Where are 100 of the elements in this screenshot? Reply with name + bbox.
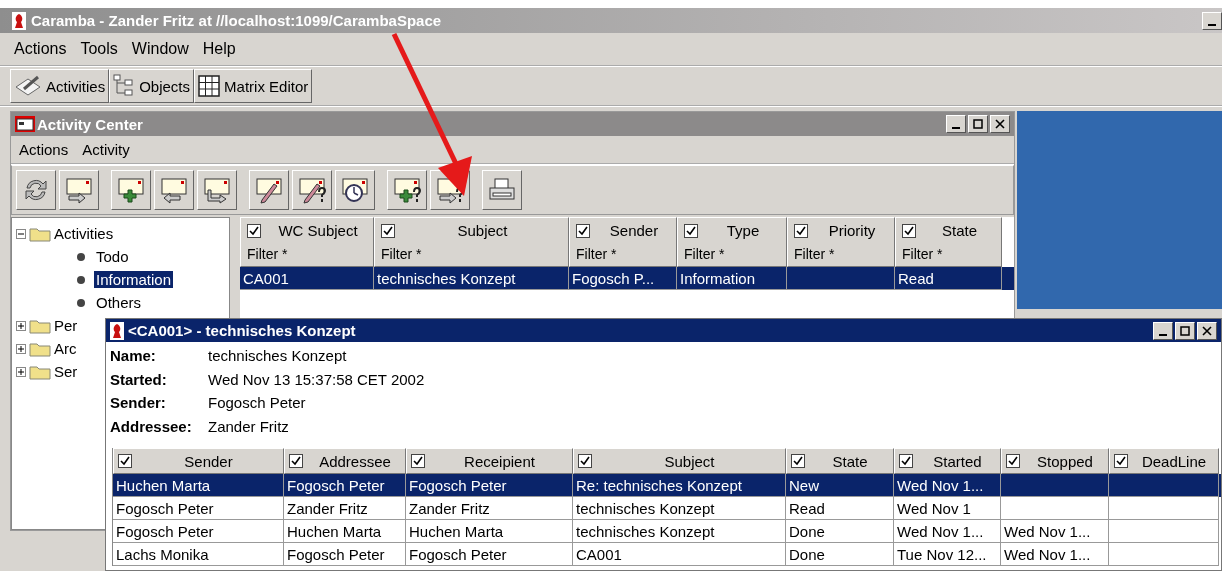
field-value: Fogosch Peter [208, 394, 306, 412]
tree-item[interactable]: Activities [54, 225, 114, 242]
table-cell: Fogosch Peter [287, 476, 385, 494]
checkbox[interactable] [576, 223, 590, 238]
collapse-icon[interactable] [16, 228, 26, 239]
checkbox[interactable] [791, 454, 805, 468]
checkbox[interactable] [289, 454, 303, 468]
checkbox[interactable] [578, 454, 592, 468]
checkbox[interactable] [381, 223, 395, 238]
minimize-button[interactable] [1153, 321, 1173, 340]
column-header[interactable]: Subject Filter * [374, 217, 569, 267]
folder-icon [29, 363, 51, 380]
checkbox[interactable] [247, 223, 261, 238]
toolbar-button[interactable] [16, 170, 56, 210]
maximize-button[interactable] [968, 115, 988, 133]
checkbox[interactable] [684, 223, 698, 238]
toolbar-button[interactable] [387, 170, 427, 210]
column-header[interactable]: Started [894, 448, 1001, 474]
checkbox[interactable] [1006, 454, 1020, 468]
column-header[interactable]: Priority Filter * [787, 217, 895, 267]
window-title: <CA001> - technisches Konzept [128, 322, 356, 339]
column-header[interactable]: Subject [573, 448, 786, 474]
checkbox[interactable] [794, 223, 808, 238]
menu-item[interactable]: Window [131, 40, 189, 58]
toolbar-button[interactable] [59, 170, 99, 210]
field-label: Name: [110, 347, 157, 365]
tree-item[interactable]: Arc [54, 340, 77, 357]
column-header[interactable]: Addressee [284, 448, 406, 474]
toolbar-button[interactable] [292, 170, 332, 210]
check-icon [904, 225, 914, 236]
table-cell: Zander Fritz [409, 499, 490, 517]
column-header[interactable]: DeadLine [1109, 448, 1219, 474]
table-cell: Wed Nov 1... [1004, 545, 1091, 563]
toolbar-button[interactable] [249, 170, 289, 210]
column-header[interactable]: Receipient [406, 448, 573, 474]
column-header[interactable]: Type Filter * [677, 217, 787, 267]
column-header[interactable]: Stopped [1001, 448, 1109, 474]
tree-item[interactable]: Per [54, 317, 78, 334]
table-row[interactable]: Huchen Marta Fogosch Peter Fogosch Peter Re: technisches Konzept New Wed Nov 1... [113, 474, 1221, 497]
filter-field[interactable]: Filter * [247, 246, 367, 262]
toolbar-button[interactable] [154, 170, 194, 210]
table-cell: Huchen Marta [116, 476, 211, 494]
field-label: Started: [110, 370, 168, 388]
expand-icon[interactable] [16, 366, 26, 377]
minimize-button[interactable] [946, 115, 966, 133]
close-button[interactable] [1197, 321, 1217, 340]
window-title: Caramba - Zander Fritz at //localhost:1099/CarambaSpace [31, 12, 442, 29]
menu-item[interactable]: Activity [82, 141, 130, 158]
tree-item[interactable]: Todo [94, 248, 131, 265]
menu-item[interactable]: Help [202, 40, 236, 58]
expand-icon[interactable] [16, 320, 26, 331]
minimize-button[interactable] [1202, 11, 1222, 30]
toolbar-button[interactable]: Matrix Editor [194, 69, 313, 103]
toolbar-button[interactable] [482, 170, 522, 210]
pen-paper-icon [14, 75, 42, 97]
table-row[interactable]: CA001 technisches Konzept Fogosch P... Information Read [240, 267, 1014, 290]
checkbox[interactable] [899, 454, 913, 468]
table-row[interactable]: Fogosch Peter Huchen Marta Huchen Marta technisches Konzept Done Wed Nov 1... Wed Nov 1... [113, 520, 1221, 543]
column-header[interactable]: Sender Filter * [569, 217, 677, 267]
minimize-icon [952, 127, 960, 129]
table-cell: CA001 [576, 545, 622, 563]
checkbox[interactable] [118, 454, 132, 468]
menu-item[interactable]: Actions [14, 40, 67, 58]
check-icon [413, 456, 423, 466]
toolbar-button[interactable]: Activities [10, 69, 110, 103]
checkbox[interactable] [1114, 454, 1128, 468]
menu-item[interactable]: Tools [80, 40, 118, 58]
minimize-icon [1208, 23, 1216, 26]
filter-field[interactable]: Filter * [684, 246, 780, 262]
table-row[interactable]: Fogosch Peter Zander Fritz Zander Fritz technisches Konzept Read Wed Nov 1 [113, 497, 1221, 520]
toolbar-button[interactable] [197, 170, 237, 210]
tree-item[interactable]: Ser [54, 363, 78, 380]
expand-icon[interactable] [16, 343, 26, 354]
filter-field[interactable]: Filter * [794, 246, 888, 262]
table-cell: Re: technisches Konzept [576, 476, 742, 494]
filter-field[interactable]: Filter * [576, 246, 670, 262]
toolbar-button[interactable]: Objects [109, 69, 195, 103]
maximize-button[interactable] [1175, 321, 1195, 340]
checkbox[interactable] [902, 223, 916, 238]
tree-item[interactable]: Others [94, 294, 143, 311]
column-header[interactable]: State Filter * [895, 217, 1002, 267]
filter-field[interactable]: Filter * [902, 246, 995, 262]
column-header[interactable]: Sender [113, 448, 284, 474]
table-cell: Fogosch Peter [116, 499, 214, 517]
table-row[interactable]: Lachs Monika Fogosch Peter Fogosch Peter CA001 Done Tue Nov 12... Wed Nov 1... [113, 543, 1221, 566]
close-button[interactable] [990, 115, 1010, 133]
checkbox[interactable] [411, 454, 425, 468]
table-cell: CA001 [243, 269, 289, 287]
filter-field[interactable]: Filter * [381, 246, 562, 262]
folder-icon [29, 225, 51, 242]
menu-item[interactable]: Actions [19, 141, 69, 158]
column-header[interactable]: State [786, 448, 894, 474]
toolbar-button[interactable] [111, 170, 151, 210]
hierarchy-icon [113, 74, 136, 98]
bullet-icon [76, 274, 86, 285]
folder-icon [29, 340, 51, 357]
toolbar-button[interactable] [335, 170, 375, 210]
window-title: Activity Center [37, 115, 143, 133]
tree-item[interactable]: Information [94, 271, 174, 288]
column-header[interactable]: WC Subject Filter * [240, 217, 374, 267]
